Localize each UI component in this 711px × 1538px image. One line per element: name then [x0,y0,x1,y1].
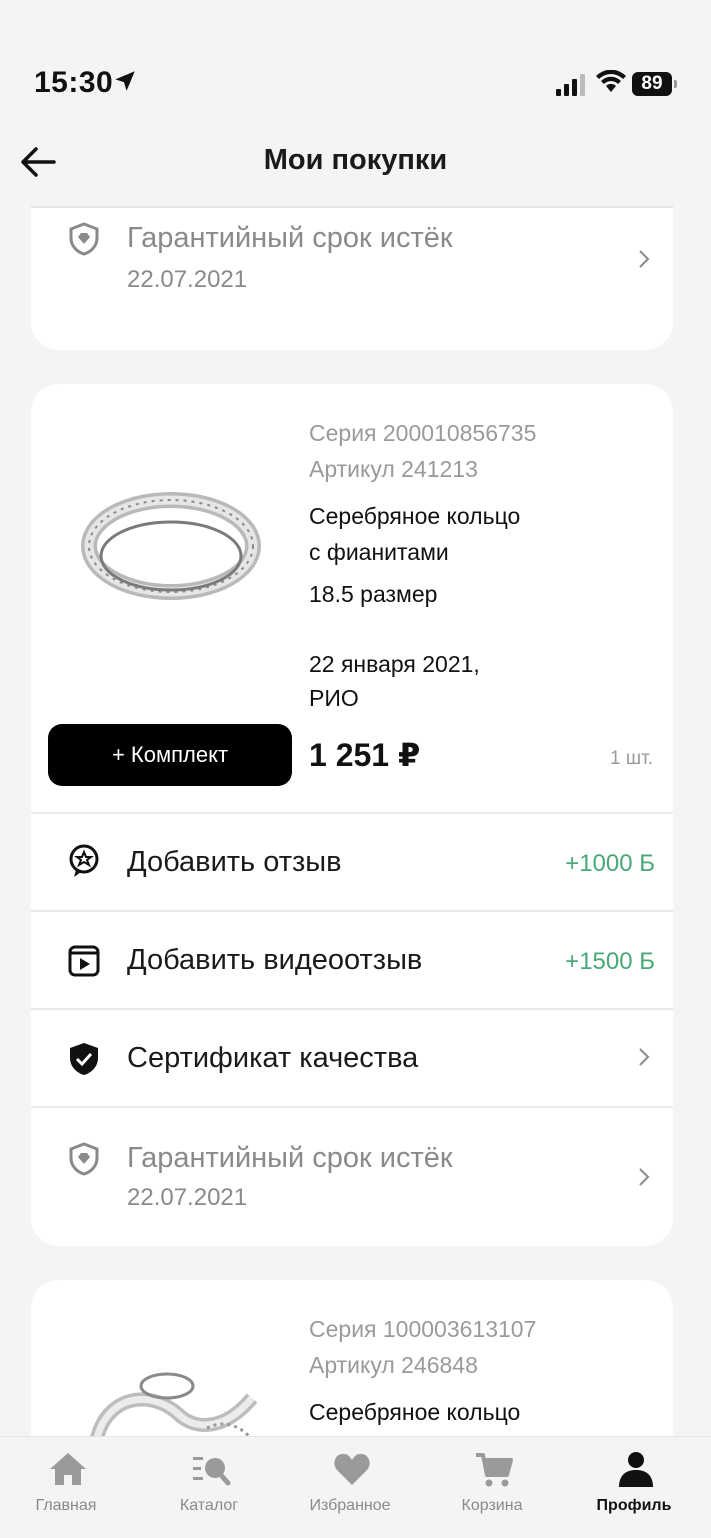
product-size: 18.5 размер [309,581,438,607]
page-title: Мои покупки [263,144,448,176]
quality-certificate-label: Сертификат качества [127,1042,419,1074]
ring-product-image [90,1372,258,1436]
article-number: Артикул 241213 [309,456,478,482]
tab-profile[interactable]: Профиль [574,1437,694,1538]
ring-product-image [81,492,261,600]
warranty-label: Гарантийный срок истёк [127,222,453,254]
series-number: Серия 200010856735 [309,420,537,446]
chevron-right-icon [639,250,650,268]
tab-label: Главная [35,1497,97,1514]
location-arrow-icon [115,71,135,91]
catalog-search-icon [193,1457,231,1486]
review-bonus: +1000 Б [565,850,655,877]
warranty-date: 22.07.2021 [127,1184,248,1211]
tab-catalog[interactable]: Каталог [149,1437,269,1538]
profile-icon [619,1452,653,1487]
warranty-shield-icon [69,1142,99,1176]
warranty-row[interactable]: Гарантийный срок истёк 22.07.2021 [31,206,673,350]
purchase-store: РИО [309,685,359,711]
chevron-right-icon [639,1168,650,1186]
tab-label: Избранное [309,1497,391,1514]
cellular-signal-icon [556,74,585,96]
warranty-date: 22.07.2021 [127,266,248,293]
video-review-bonus: +1500 Б [565,948,655,975]
product-price: 1 251 ₽ [309,737,421,773]
series-number: Серия 100003613107 [309,1316,537,1342]
battery-indicator: 89 [632,72,677,96]
heart-icon [334,1453,370,1485]
status-time: 15:30 [34,66,114,99]
purchase-card: Серия 100003613107 Артикул 246848 Серебр… [31,1280,673,1436]
product-name-line1: Серебряное кольцо [309,503,521,529]
status-bar: 15:30 89 [0,0,711,120]
add-video-review-label: Добавить видеоотзыв [127,944,423,976]
warranty-label: Гарантийный срок истёк [127,1142,453,1174]
product-name-line1: Серебряное кольцо [309,1399,521,1425]
purchase-card-previous: Гарантийный срок истёк 22.07.2021 [31,206,673,350]
tab-label: Каталог [179,1497,239,1514]
cart-icon [476,1453,513,1487]
purchases-list[interactable]: Гарантийный срок истёк 22.07.2021 Серия … [0,206,711,1436]
bottom-tab-bar: Главная Каталог Избранное Корзина Профил… [0,1436,711,1538]
product-quantity: 1 шт. [610,748,653,769]
tab-label: Корзина [461,1497,523,1514]
review-star-bubble-icon [69,844,99,877]
page-header: Мои покупки [0,120,711,206]
tab-home[interactable]: Главная [6,1437,126,1538]
home-icon [50,1453,86,1485]
add-review-row[interactable]: Добавить отзыв +1000 Б [31,812,673,910]
tab-cart[interactable]: Корзина [432,1437,552,1538]
chevron-right-icon [639,1048,650,1066]
add-kit-button[interactable]: + Комплект [48,724,292,786]
warranty-shield-icon [69,222,99,256]
quality-certificate-row[interactable]: Сертификат качества [31,1008,673,1106]
product-name-line2: с фианитами [309,539,449,565]
add-review-label: Добавить отзыв [127,846,342,878]
video-review-icon [68,945,100,977]
article-number: Артикул 246848 [309,1352,478,1378]
tab-favorites[interactable]: Избранное [290,1437,410,1538]
purchase-card: Серия 200010856735 Артикул 241213 Серебр… [31,384,673,1246]
wifi-icon [596,70,626,92]
purchase-date: 22 января 2021, [309,651,480,677]
tab-label: Профиль [596,1497,672,1514]
add-video-review-row[interactable]: Добавить видеоотзыв +1500 Б [31,910,673,1008]
warranty-row[interactable]: Гарантийный срок истёк 22.07.2021 [31,1106,673,1246]
certificate-shield-icon [70,1043,98,1075]
